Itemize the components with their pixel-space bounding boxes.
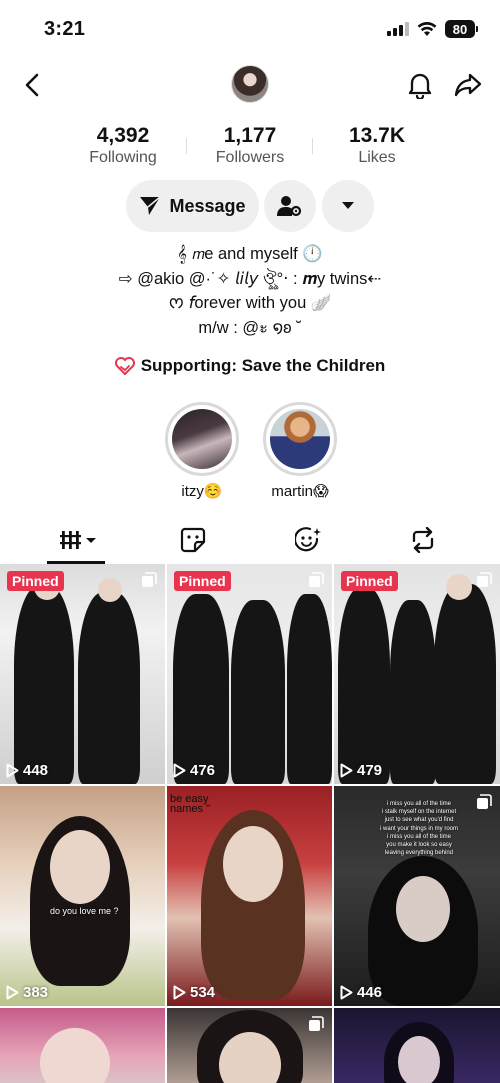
video-grid: Pinned 448 Pinned 476 Pinned 479 do you … (0, 564, 500, 1083)
video-thumbnail[interactable]: do you love me ? 383 (0, 786, 165, 1006)
video-thumbnail[interactable] (167, 1008, 332, 1083)
pinned-badge: Pinned (7, 571, 64, 591)
highlight-cover (270, 409, 330, 469)
status-bar: 3:21 80 (0, 0, 500, 60)
status-icons: 80 (387, 20, 478, 38)
bio-line: ⇨ @akio @·˙✧ 𝘭𝘪𝘭𝘺 ঔৣ°‧ : 𝒎y twins⇠ (118, 269, 382, 288)
highlight-label: itzy☺️ (181, 483, 223, 500)
multi-photo-icon (309, 572, 324, 587)
back-button[interactable] (14, 67, 50, 103)
play-icon (6, 985, 19, 1000)
status-time: 3:21 (44, 18, 86, 40)
bio-line: ᰔ 𝘧orever with you 🪽 (168, 294, 332, 312)
supporting-link[interactable]: Supporting: Save the Children (0, 356, 500, 376)
play-icon (340, 763, 353, 778)
likes-label: Likes (358, 149, 396, 166)
avatar[interactable] (231, 65, 269, 103)
chevron-left-icon (25, 73, 39, 97)
following-label: Following (89, 149, 157, 166)
story-highlights: itzy☺️ martin😱 (165, 402, 337, 500)
video-caption-overlay: be easy names " (170, 793, 210, 815)
multi-photo-icon (309, 1016, 324, 1031)
view-count: 479 (340, 762, 382, 779)
play-icon (340, 985, 353, 1000)
heart-hand-icon (114, 357, 135, 375)
profile-bio: 𝄞 𝘮e and myself 🕛 ⇨ @akio @·˙✧ 𝘭𝘪𝘭𝘺 ঔৣ°‧… (0, 242, 500, 340)
share-arrow-icon (454, 73, 482, 97)
battery-level: 80 (445, 20, 475, 38)
video-thumbnail[interactable]: be easy names " 534 (167, 786, 332, 1006)
view-count-value: 479 (357, 762, 383, 779)
video-thumbnail[interactable]: Pinned 476 (167, 564, 332, 784)
profile-header (0, 60, 500, 110)
view-count-value: 476 (190, 762, 216, 779)
play-icon (173, 763, 186, 778)
followers-label: Followers (215, 149, 285, 166)
pinned-badge: Pinned (174, 571, 231, 591)
highlight-ring (263, 402, 337, 476)
video-thumbnail[interactable]: Pinned 448 (0, 564, 165, 784)
caret-down-icon (342, 202, 354, 209)
followers-count: 1,177 (223, 124, 277, 147)
message-button[interactable]: Message (126, 180, 259, 232)
bio-line: m/w : @ะ ໑ʚ ˘ (198, 318, 302, 337)
multi-photo-icon (477, 794, 492, 809)
message-button-label: Message (169, 195, 246, 216)
highlight-cover (172, 409, 232, 469)
repost-icon (412, 527, 434, 553)
wifi-icon (417, 21, 437, 36)
view-count: 446 (340, 984, 382, 1001)
stat-following[interactable]: 4,392 Following (60, 124, 186, 168)
video-thumbnail[interactable] (0, 1008, 165, 1083)
highlight-ring (165, 402, 239, 476)
view-count: 448 (6, 762, 48, 779)
user-settings-icon (277, 196, 302, 217)
view-count: 534 (173, 984, 215, 1001)
play-icon (6, 763, 19, 778)
highlight-item[interactable]: martin😱 (263, 402, 337, 500)
following-count: 4,392 (96, 124, 150, 147)
multi-photo-icon (142, 572, 157, 587)
view-count-value: 534 (190, 984, 216, 1001)
notifications-button[interactable] (402, 67, 438, 103)
supporting-text: Supporting: Save the Children (140, 356, 386, 375)
battery-icon: 80 (445, 20, 478, 38)
play-icon (173, 985, 186, 1000)
likes-count: 13.7K (348, 124, 406, 147)
tab-liked[interactable] (289, 524, 329, 556)
profile-tabs (0, 516, 500, 564)
stat-divider (312, 138, 313, 154)
send-icon (140, 196, 161, 215)
tab-videos[interactable] (56, 524, 100, 556)
view-count-value: 446 (357, 984, 383, 1001)
more-options-button[interactable] (322, 180, 374, 232)
cellular-signal-icon (387, 22, 409, 36)
share-button[interactable] (450, 67, 486, 103)
video-thumbnail[interactable]: Pinned 479 (334, 564, 500, 784)
video-thumbnail[interactable]: i miss you all of the time i stalk mysel… (334, 786, 500, 1006)
profile-actions: Message (0, 180, 500, 232)
highlight-item[interactable]: itzy☺️ (165, 402, 239, 500)
multi-photo-icon (477, 572, 492, 587)
view-count: 476 (173, 762, 215, 779)
profile-stats: 4,392 Following 1,177 Followers 13.7K Li… (60, 124, 440, 168)
bio-line: 𝄞 𝘮e and myself 🕛 (177, 245, 323, 263)
stat-likes[interactable]: 13.7K Likes (314, 124, 440, 168)
highlight-label: martin😱 (271, 483, 329, 500)
video-caption-overlay: do you love me ? (50, 906, 119, 916)
view-count-value: 383 (23, 984, 49, 1001)
sticker-icon (180, 527, 206, 553)
tab-reposts[interactable] (403, 524, 443, 556)
follow-options-button[interactable] (264, 180, 316, 232)
view-count-value: 448 (23, 762, 49, 779)
smile-sparkle-icon (295, 527, 321, 552)
stat-followers[interactable]: 1,177 Followers (187, 124, 313, 168)
video-thumbnail[interactable] (334, 1008, 500, 1083)
grid-bars-icon (60, 531, 96, 549)
pinned-badge: Pinned (341, 571, 398, 591)
tab-reposts-sticker[interactable] (173, 524, 213, 556)
video-caption-overlay: i miss you all of the time i stalk mysel… (379, 801, 459, 857)
bell-icon (408, 73, 432, 99)
view-count: 383 (6, 984, 48, 1001)
